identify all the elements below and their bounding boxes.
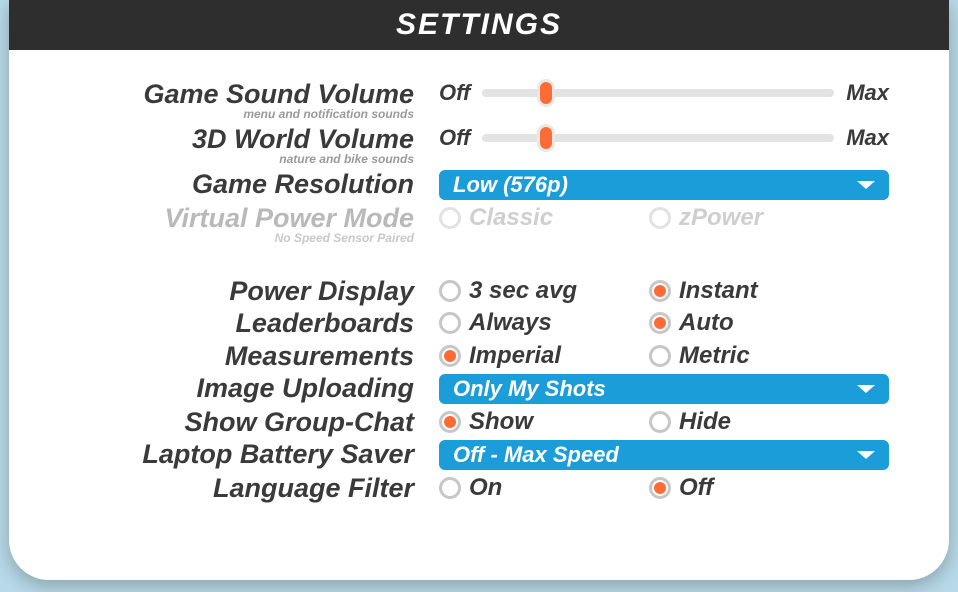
- dropdown-value: Off - Max Speed: [453, 442, 619, 468]
- slider-3d-world-volume[interactable]: Off Max: [439, 125, 889, 151]
- radio-icon[interactable]: [439, 312, 461, 334]
- label-show-group-chat: Show Group-Chat: [185, 407, 414, 437]
- radio-icon[interactable]: [649, 345, 671, 367]
- radio-label: Instant: [679, 277, 758, 305]
- slider-game-sound[interactable]: Off Max: [439, 80, 889, 106]
- label-measurements: Measurements: [225, 341, 414, 371]
- slider-min-label: Off: [439, 125, 470, 151]
- radio-label: zPower: [679, 204, 763, 232]
- row-3d-world-volume: 3D World Volume nature and bike sounds O…: [69, 125, 889, 166]
- slider-thumb[interactable]: [537, 79, 555, 107]
- radio-group-chat: Show Hide: [439, 408, 889, 436]
- row-game-sound: Game Sound Volume menu and notification …: [69, 80, 889, 121]
- row-virtual-power-mode: Virtual Power Mode No Speed Sensor Paire…: [69, 204, 889, 245]
- settings-header: SETTINGS: [9, 0, 949, 50]
- slider-min-label: Off: [439, 80, 470, 106]
- radio-label: Auto: [679, 309, 734, 337]
- dropdown-image-uploading[interactable]: Only My Shots: [439, 374, 889, 404]
- radio-classic: Classic: [439, 204, 649, 232]
- label-laptop-battery-saver: Laptop Battery Saver: [142, 439, 414, 469]
- label-3d-world-volume: 3D World Volume: [192, 124, 414, 154]
- radio-label: Off: [679, 474, 713, 502]
- radio-leaderboards: Always Auto: [439, 309, 889, 337]
- chevron-down-icon: [857, 451, 875, 459]
- radio-label: Hide: [679, 408, 731, 436]
- sub-virtual-power-mode: No Speed Sensor Paired: [69, 232, 414, 245]
- slider-max-label: Max: [846, 80, 889, 106]
- row-leaderboards: Leaderboards Always Auto: [69, 309, 889, 337]
- row-image-uploading: Image Uploading Only My Shots: [69, 374, 889, 404]
- row-game-resolution: Game Resolution Low (576p): [69, 170, 889, 200]
- radio-power-display: 3 sec avg Instant: [439, 277, 889, 305]
- radio-icon[interactable]: [439, 477, 461, 499]
- label-game-resolution: Game Resolution: [192, 169, 414, 199]
- radio-label: Imperial: [469, 342, 561, 370]
- radio-label: Show: [469, 408, 533, 436]
- radio-label: Metric: [679, 342, 750, 370]
- radio-label: On: [469, 474, 502, 502]
- radio-icon: [439, 207, 461, 229]
- radio-auto[interactable]: Auto: [649, 309, 734, 337]
- slider-max-label: Max: [846, 125, 889, 151]
- row-language-filter: Language Filter On Off: [69, 474, 889, 502]
- radio-icon[interactable]: [439, 345, 461, 367]
- radio-measurements: Imperial Metric: [439, 342, 889, 370]
- label-game-sound: Game Sound Volume: [143, 79, 414, 109]
- radio-label: Always: [469, 309, 552, 337]
- radio-always[interactable]: Always: [439, 309, 649, 337]
- radio-metric[interactable]: Metric: [649, 342, 750, 370]
- sub-game-sound: menu and notification sounds: [69, 108, 414, 121]
- radio-virtual-power-mode: Classic zPower: [439, 204, 889, 232]
- radio-3secavg[interactable]: 3 sec avg: [439, 277, 649, 305]
- radio-icon[interactable]: [649, 477, 671, 499]
- radio-icon[interactable]: [649, 411, 671, 433]
- label-power-display: Power Display: [229, 276, 414, 306]
- dropdown-value: Only My Shots: [453, 376, 606, 402]
- radio-instant[interactable]: Instant: [649, 277, 758, 305]
- radio-on[interactable]: On: [439, 474, 649, 502]
- label-leaderboards: Leaderboards: [235, 308, 414, 338]
- row-measurements: Measurements Imperial Metric: [69, 342, 889, 370]
- slider-thumb[interactable]: [537, 124, 555, 152]
- row-laptop-battery-saver: Laptop Battery Saver Off - Max Speed: [69, 440, 889, 470]
- slider-track[interactable]: [482, 134, 834, 142]
- settings-rows: Game Sound Volume menu and notification …: [9, 50, 949, 527]
- row-power-display: Power Display 3 sec avg Instant: [69, 277, 889, 305]
- chevron-down-icon: [857, 385, 875, 393]
- label-virtual-power-mode: Virtual Power Mode: [164, 203, 414, 233]
- radio-zpower: zPower: [649, 204, 763, 232]
- settings-panel: SETTINGS Game Sound Volume menu and noti…: [9, 0, 949, 580]
- page-title: SETTINGS: [396, 8, 562, 42]
- slider-track[interactable]: [482, 89, 834, 97]
- dropdown-game-resolution[interactable]: Low (576p): [439, 170, 889, 200]
- label-image-uploading: Image Uploading: [196, 373, 414, 403]
- row-show-group-chat: Show Group-Chat Show Hide: [69, 408, 889, 436]
- radio-label: 3 sec avg: [469, 277, 577, 305]
- dropdown-laptop-battery-saver[interactable]: Off - Max Speed: [439, 440, 889, 470]
- chevron-down-icon: [857, 181, 875, 189]
- dropdown-value: Low (576p): [453, 172, 568, 198]
- sub-3d-world-volume: nature and bike sounds: [69, 153, 414, 166]
- radio-label: Classic: [469, 204, 553, 232]
- radio-icon: [649, 207, 671, 229]
- radio-off[interactable]: Off: [649, 474, 713, 502]
- radio-icon[interactable]: [649, 280, 671, 302]
- radio-icon[interactable]: [649, 312, 671, 334]
- radio-language-filter: On Off: [439, 474, 889, 502]
- radio-imperial[interactable]: Imperial: [439, 342, 649, 370]
- label-language-filter: Language Filter: [213, 473, 414, 503]
- radio-icon[interactable]: [439, 280, 461, 302]
- radio-hide[interactable]: Hide: [649, 408, 731, 436]
- radio-icon[interactable]: [439, 411, 461, 433]
- radio-show[interactable]: Show: [439, 408, 649, 436]
